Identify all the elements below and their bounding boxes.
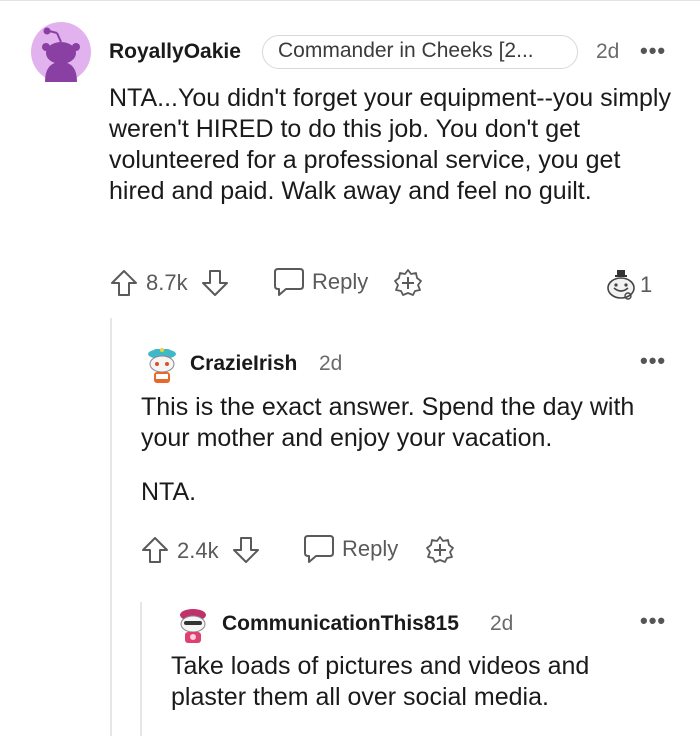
- user-flair: Commander in Cheeks [2...: [262, 35, 578, 69]
- username[interactable]: CommunicationThis815: [222, 612, 459, 636]
- thread-line[interactable]: [140, 602, 142, 736]
- timestamp: 2d: [596, 40, 620, 63]
- comment-royallyoakie: RoyallyOakie Commander in Cheeks [2... 2…: [0, 0, 700, 310]
- upvote-icon: [142, 537, 168, 563]
- award-icon: [394, 269, 422, 296]
- award-button[interactable]: [393, 267, 423, 299]
- downvote-button[interactable]: [200, 267, 230, 299]
- upvote-button[interactable]: [140, 534, 170, 566]
- award-badge-icon: [607, 270, 635, 300]
- reply-button[interactable]: Reply: [302, 532, 398, 566]
- thread-line[interactable]: [110, 318, 112, 736]
- award-icon: [426, 536, 454, 563]
- award-button[interactable]: [425, 534, 455, 566]
- vote-count: 2.4k: [177, 538, 219, 563]
- comment-body: NTA...You didn't forget your equipment--…: [109, 84, 671, 205]
- reply-bubble-icon: [274, 268, 304, 296]
- reply-button[interactable]: Reply: [272, 265, 368, 299]
- avatar[interactable]: [142, 345, 182, 387]
- more-icon[interactable]: •••: [640, 38, 666, 64]
- comment-body: This is the exact answer. Spend the day …: [141, 393, 635, 452]
- avatar[interactable]: [173, 605, 213, 647]
- reply-label: Reply: [342, 536, 399, 561]
- timestamp: 2d: [319, 352, 343, 375]
- reply-bubble-icon: [304, 535, 334, 563]
- comment-crazieirish: CrazieIrish 2d ••• This is the exact ans…: [120, 330, 700, 590]
- comment-body: Take loads of pictures and videos and pl…: [171, 652, 590, 711]
- reply-label: Reply: [312, 269, 369, 294]
- upvote-button[interactable]: [109, 267, 139, 299]
- username[interactable]: RoyallyOakie: [109, 40, 241, 64]
- username[interactable]: CrazieIrish: [190, 352, 297, 376]
- vote-count: 8.7k: [146, 270, 188, 295]
- downvote-icon: [233, 537, 259, 563]
- award-badge[interactable]: 1: [604, 268, 652, 302]
- upvote-icon: [111, 270, 137, 296]
- award-count: 1: [640, 272, 653, 297]
- downvote-icon: [202, 270, 228, 296]
- downvote-button[interactable]: [231, 534, 261, 566]
- avatar[interactable]: [31, 22, 91, 82]
- more-icon[interactable]: •••: [640, 608, 666, 634]
- timestamp: 2d: [490, 612, 514, 635]
- more-icon[interactable]: •••: [640, 348, 666, 374]
- comment-body-line: NTA.: [141, 478, 197, 506]
- comment-communicationthis815: CommunicationThis815 2d ••• Take loads o…: [150, 595, 700, 736]
